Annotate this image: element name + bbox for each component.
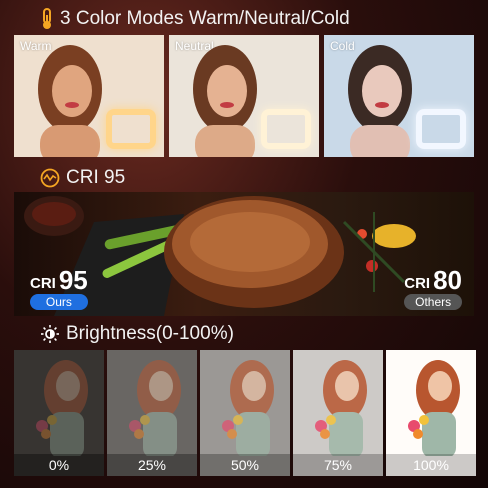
brightness-panel: 50% [200,350,290,476]
portrait-image [193,45,257,157]
mode-panel-cold: Cold [324,35,474,157]
sun-icon [40,324,60,344]
portrait-image [38,45,102,157]
cri-ours-key: CRI [30,275,56,292]
ring-light [106,109,156,149]
cri-others-tag: Others [404,294,462,310]
brightness-panel: 0% [14,350,104,476]
cri-comparison-image: CRI 95 Ours CRI 80 Others [14,192,474,316]
brightness-title: Brightness(0-100%) [40,323,234,345]
portrait-image [348,45,412,157]
brightness-panel: 75% [293,350,383,476]
thermometer-icon [40,8,54,30]
brightness-label-25: 25% [107,454,197,476]
color-modes-title-text: 3 Color Modes Warm/Neutral/Cold [60,8,350,29]
color-modes-title: 3 Color Modes Warm/Neutral/Cold [40,8,350,30]
brightness-label-100: 100% [386,454,476,476]
brightness-label-50: 50% [200,454,290,476]
portrait-image [129,360,181,456]
cri-title-text: CRI 95 [66,167,126,188]
portrait-image [408,360,460,456]
mode-panel-warm: Warm [14,35,164,157]
portrait-image [222,360,274,456]
cri-others-badge: CRI 80 Others [404,265,462,310]
cri-wave-icon [40,168,60,188]
cri-title: CRI 95 [40,167,125,189]
cri-others-value: 80 [433,265,462,295]
cri-ours-value: 95 [58,265,88,295]
mode-panel-neutral: Neutral [169,35,319,157]
brightness-panel: 100% [386,350,476,476]
portrait-image [315,360,367,456]
brightness-label-75: 75% [293,454,383,476]
cri-ours-badge: CRI 95 Ours [30,265,88,310]
cri-ours-tag: Ours [30,294,88,310]
ring-light [416,109,466,149]
cri-others-key: CRI [404,275,431,292]
brightness-title-text: Brightness(0-100%) [66,323,234,344]
ring-light [261,109,311,149]
portrait-image [36,360,88,456]
brightness-label-0: 0% [14,454,104,476]
brightness-panel: 25% [107,350,197,476]
